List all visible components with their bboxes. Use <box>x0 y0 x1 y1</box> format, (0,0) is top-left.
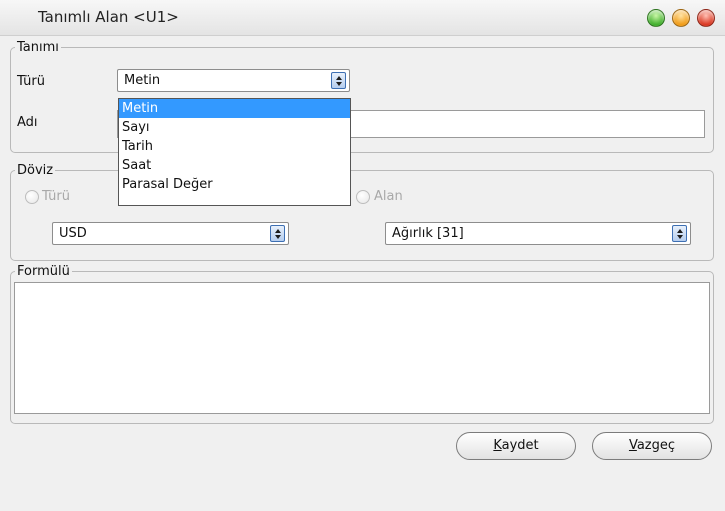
select-arrows-icon[interactable] <box>270 225 285 242</box>
select-arrows-icon[interactable] <box>331 72 346 89</box>
save-mnemonic: K <box>493 438 502 453</box>
minimize-button[interactable] <box>672 9 690 27</box>
turu-label: Türü <box>17 74 45 89</box>
dropdown-option-parasal-deger[interactable]: Parasal Değer <box>119 175 350 194</box>
radio-turu-label: Türü <box>42 189 70 204</box>
dropdown-option-sayi[interactable]: Sayı <box>119 118 350 137</box>
window-title: Tanımlı Alan <U1> <box>38 8 179 26</box>
radio-alan[interactable] <box>356 190 370 204</box>
radio-alan-label: Alan <box>374 189 403 204</box>
close-button[interactable] <box>697 9 715 27</box>
dropdown-option-tarih[interactable]: Tarih <box>119 137 350 156</box>
cancel-button[interactable]: Vazgeç <box>592 432 712 460</box>
currency-select[interactable]: USD <box>52 222 289 245</box>
cancel-mnemonic: V <box>628 438 637 453</box>
formula-textarea[interactable] <box>14 282 710 414</box>
doviz-legend: Döviz <box>17 163 54 178</box>
formulu-legend: Formülü <box>17 264 70 279</box>
maximize-button[interactable] <box>647 9 665 27</box>
dropdown-option-saat[interactable]: Saat <box>119 156 350 175</box>
select-arrows-icon[interactable] <box>672 225 687 242</box>
save-button[interactable]: Kaydet <box>456 432 576 460</box>
currency-select-value: USD <box>59 226 87 241</box>
dropdown-option-metin[interactable]: Metin <box>119 99 350 118</box>
cancel-label-rest: azgeç <box>636 438 676 453</box>
turu-dropdown-list[interactable]: Metin Sayı Tarih Saat Parasal Değer <box>118 98 351 206</box>
turu-select-value: Metin <box>124 73 161 88</box>
title-bar[interactable]: Tanımlı Alan <U1> <box>0 0 725 36</box>
alan-select[interactable]: Ağırlık [31] <box>385 222 691 245</box>
radio-turu[interactable] <box>25 190 39 204</box>
turu-select[interactable]: Metin <box>117 69 350 92</box>
adi-label: Adı <box>17 115 38 130</box>
doviz-group: Döviz <box>10 163 714 261</box>
tanimi-legend: Tanımı <box>17 40 59 55</box>
alan-select-value: Ağırlık [31] <box>392 226 464 241</box>
save-label-rest: aydet <box>501 438 539 453</box>
